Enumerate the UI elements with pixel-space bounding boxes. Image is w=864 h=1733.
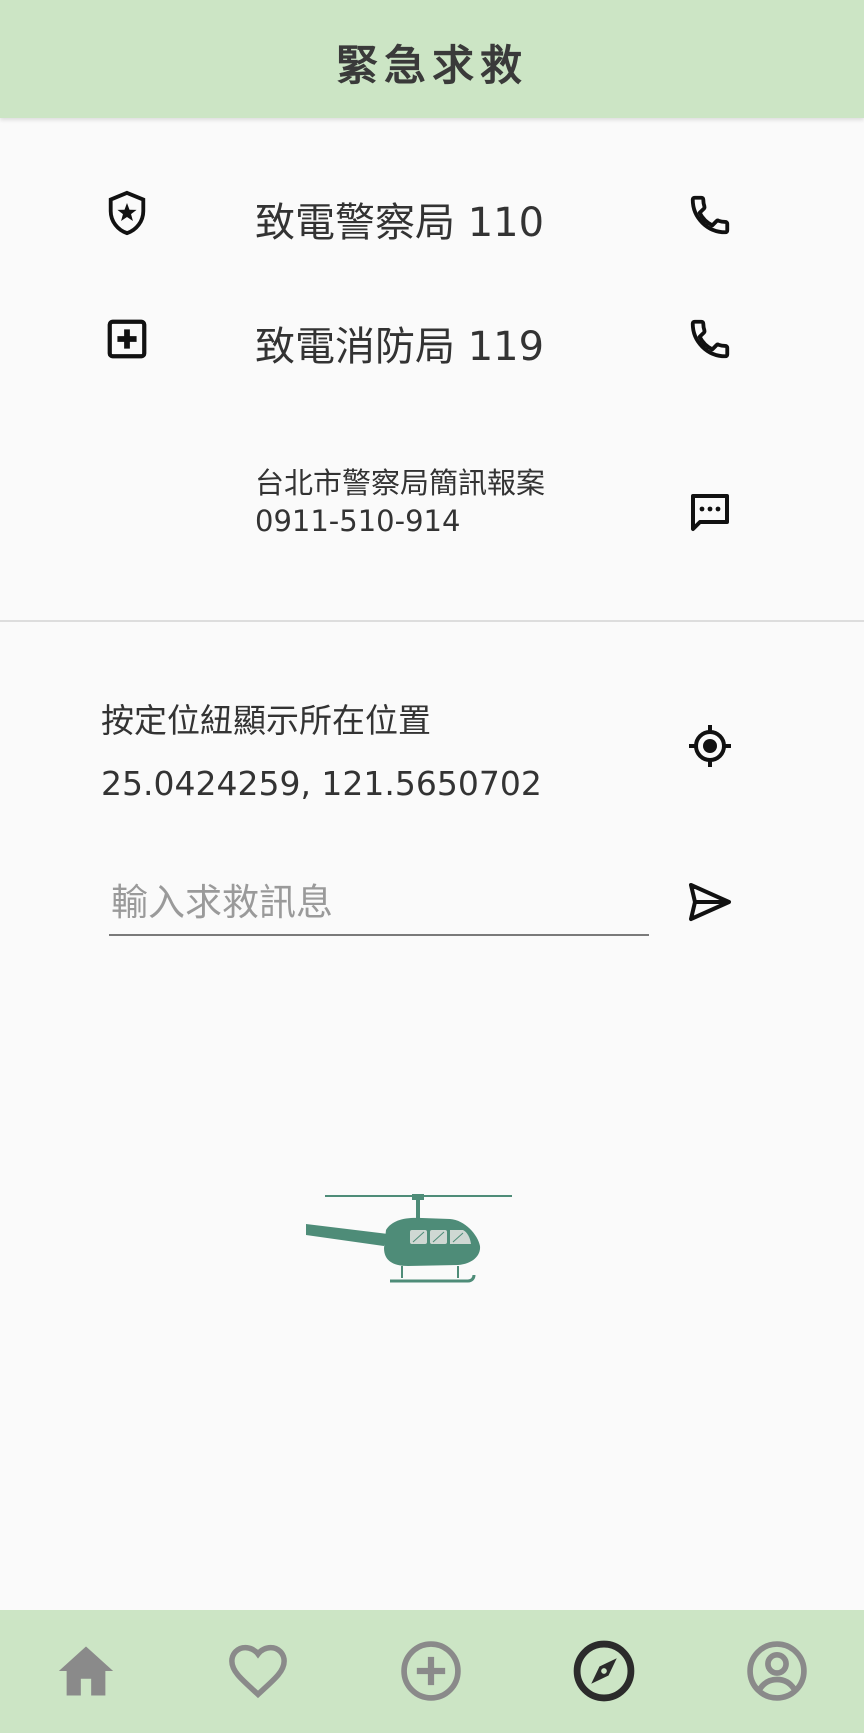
sms-report-label: 台北市警察局簡訊報案 (255, 466, 546, 500)
my-location-icon (689, 725, 731, 767)
nav-favorites[interactable] (223, 1636, 293, 1706)
heart-icon (229, 1644, 287, 1699)
sms-report-number: 0911-510-914 (255, 504, 461, 538)
helicopter-icon (306, 1194, 512, 1283)
location-prompt: 按定位紐顯示所在位置 (101, 701, 431, 740)
fire-call-button[interactable] (686, 315, 734, 363)
home-icon (58, 1646, 114, 1696)
police-call-label: 致電警察局 110 (255, 200, 545, 246)
help-message-input[interactable] (109, 876, 649, 936)
page-title: 緊急求救 (335, 40, 528, 90)
police-call-button[interactable] (686, 191, 734, 239)
sms-report-button[interactable] (686, 489, 734, 537)
compass-icon (573, 1640, 635, 1702)
fire-call-label: 致電消防局 119 (255, 324, 545, 370)
nav-explore[interactable] (569, 1636, 639, 1706)
location-coordinates: 25.0424259, 121.5650702 (101, 764, 542, 803)
section-divider (0, 620, 864, 622)
bottom-navigation (0, 1610, 864, 1733)
phone-icon (690, 195, 730, 235)
medical-plus-icon (104, 316, 150, 362)
fire-call-row: 致電消防局 119 (0, 306, 864, 372)
account-circle-icon (747, 1641, 807, 1701)
police-call-row: 致電警察局 110 (0, 182, 864, 248)
nav-profile[interactable] (742, 1636, 812, 1706)
phone-icon (690, 319, 730, 359)
police-shield-icon (104, 190, 150, 236)
sms-report-info: 台北市警察局簡訊報案 0911-510-914 (255, 464, 545, 540)
send-message-button[interactable] (686, 878, 734, 926)
app-bar: 緊急求救 (0, 0, 864, 118)
nav-add[interactable] (396, 1636, 466, 1706)
add-circle-icon (401, 1641, 461, 1701)
sms-icon (691, 494, 729, 531)
locate-button[interactable] (686, 722, 734, 770)
nav-home[interactable] (51, 1636, 121, 1706)
send-icon (689, 883, 731, 921)
